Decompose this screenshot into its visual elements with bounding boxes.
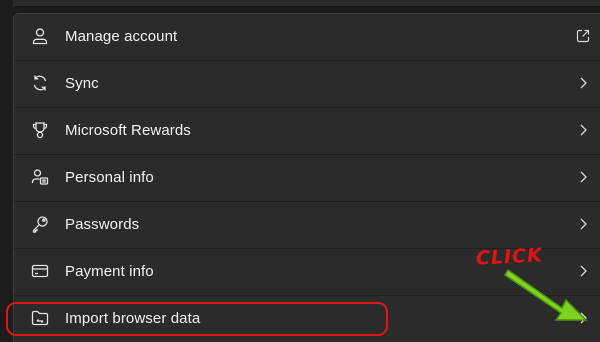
sync-icon bbox=[30, 73, 50, 93]
chevron-right-icon bbox=[575, 216, 591, 232]
menu-item-label: Passwords bbox=[65, 216, 140, 233]
menu-item-personal-info[interactable]: Personal info bbox=[14, 155, 600, 202]
previous-section-edge bbox=[13, 0, 600, 7]
menu-item-label: Payment info bbox=[65, 263, 154, 280]
menu-item-label: Personal info bbox=[65, 169, 154, 186]
person-icon bbox=[30, 26, 50, 46]
menu-item-label: Manage account bbox=[65, 28, 178, 45]
chevron-right-icon bbox=[575, 75, 591, 91]
menu-item-sync[interactable]: Sync bbox=[14, 61, 600, 108]
chevron-right-icon bbox=[575, 122, 591, 138]
credit-card-icon bbox=[30, 261, 50, 281]
menu-item-label: Import browser data bbox=[65, 310, 201, 327]
menu-item-passwords[interactable]: Passwords bbox=[14, 202, 600, 249]
pointer-arrow-icon bbox=[503, 268, 588, 321]
menu-item-label: Sync bbox=[65, 75, 99, 92]
external-link-icon bbox=[575, 28, 591, 44]
trophy-icon bbox=[30, 120, 50, 140]
contact-card-icon bbox=[30, 167, 50, 187]
folder-import-icon bbox=[30, 308, 50, 328]
chevron-right-icon bbox=[575, 169, 591, 185]
menu-item-manage-account[interactable]: Manage account bbox=[14, 14, 600, 61]
menu-item-microsoft-rewards[interactable]: Microsoft Rewards bbox=[14, 108, 600, 155]
menu-item-label: Microsoft Rewards bbox=[65, 122, 191, 139]
key-icon bbox=[30, 214, 50, 234]
settings-page: Manage account Sync Microsoft Rewards Pe… bbox=[0, 0, 600, 342]
